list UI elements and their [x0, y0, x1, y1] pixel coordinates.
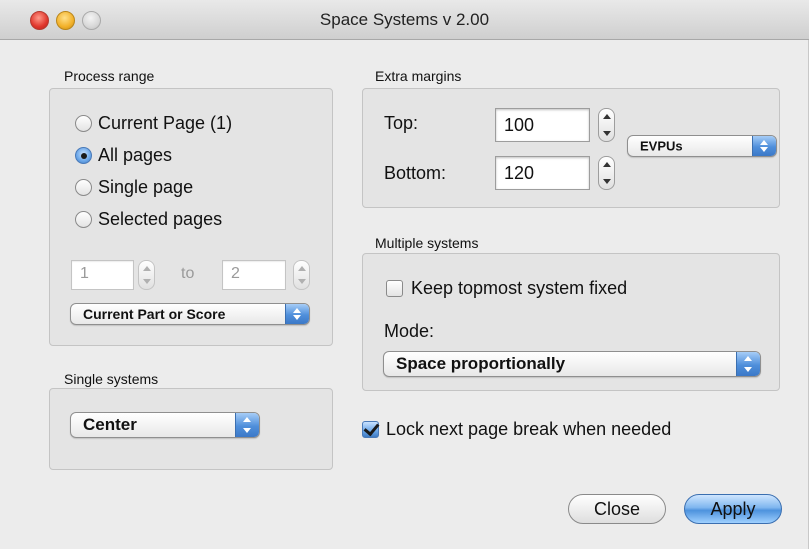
stepper-down-icon [143, 279, 151, 284]
process-range-label: Process range [64, 68, 155, 84]
apply-button[interactable]: Apply [684, 494, 782, 524]
multiple-systems-label: Multiple systems [375, 235, 479, 251]
lock-page-break-checkbox[interactable] [362, 421, 379, 438]
to-page-input[interactable]: 2 [222, 260, 286, 290]
mode-label: Mode: [384, 321, 435, 341]
radio-button[interactable] [75, 211, 92, 228]
single-systems-mode-popup[interactable]: Center [70, 412, 260, 438]
popup-value: Space proportionally [396, 354, 566, 373]
bottom-margin-input[interactable]: 120 [495, 156, 590, 190]
stepper-down-icon [298, 279, 306, 284]
popup-arrows-icon [736, 352, 760, 376]
scope-popup[interactable]: Current Part or Score [70, 303, 310, 325]
multiple-systems-mode-popup[interactable]: Space proportionally [383, 351, 761, 377]
from-page-stepper[interactable] [138, 260, 155, 290]
stepper-up-icon [603, 114, 611, 119]
top-margin-stepper[interactable] [598, 108, 615, 142]
to-page-stepper[interactable] [293, 260, 310, 290]
close-button[interactable]: Close [568, 494, 666, 524]
keep-topmost-label[interactable]: Keep topmost system fixed [411, 278, 627, 299]
popup-arrows-icon [752, 136, 776, 156]
keep-topmost-checkbox[interactable] [386, 280, 403, 297]
radio-label: Current Page (1) [98, 113, 233, 133]
top-margin-input[interactable]: 100 [495, 108, 590, 142]
margin-units-popup[interactable]: EVPUs [627, 135, 777, 157]
top-margin-label: Top: [384, 113, 419, 133]
popup-value: Current Part or Score [83, 306, 226, 322]
lock-page-break-label[interactable]: Lock next page break when needed [386, 419, 671, 440]
popup-arrows-icon [285, 304, 309, 324]
popup-arrows-icon [235, 413, 259, 437]
popup-value: Center [83, 415, 137, 434]
radio-selected-pages[interactable]: Selected pages [75, 209, 222, 230]
window-title: Space Systems v 2.00 [319, 10, 490, 29]
radio-button[interactable] [75, 115, 92, 132]
radio-single-page[interactable]: Single page [75, 177, 193, 198]
extra-margins-label: Extra margins [375, 68, 462, 84]
radio-current-page[interactable]: Current Page (1) [75, 113, 232, 134]
from-page-input[interactable]: 1 [71, 260, 134, 290]
bottom-margin-stepper[interactable] [598, 156, 615, 190]
radio-label: All pages [98, 145, 173, 165]
title-bar[interactable]: Space Systems v 2.00 [0, 0, 809, 40]
stepper-down-icon [603, 131, 611, 136]
radio-all-pages[interactable]: All pages [75, 145, 172, 166]
radio-button[interactable] [75, 147, 92, 164]
dialog-window: Space Systems v 2.00 Process range Curre… [0, 0, 809, 549]
stepper-up-icon [298, 266, 306, 271]
stepper-up-icon [603, 162, 611, 167]
stepper-up-icon [143, 266, 151, 271]
radio-label: Selected pages [98, 209, 223, 229]
bottom-margin-label: Bottom: [384, 163, 447, 183]
radio-label: Single page [98, 177, 194, 197]
range-to-label: to [181, 265, 195, 282]
stepper-down-icon [603, 179, 611, 184]
radio-button[interactable] [75, 179, 92, 196]
popup-value: EVPUs [640, 138, 683, 154]
single-systems-label: Single systems [64, 371, 159, 387]
